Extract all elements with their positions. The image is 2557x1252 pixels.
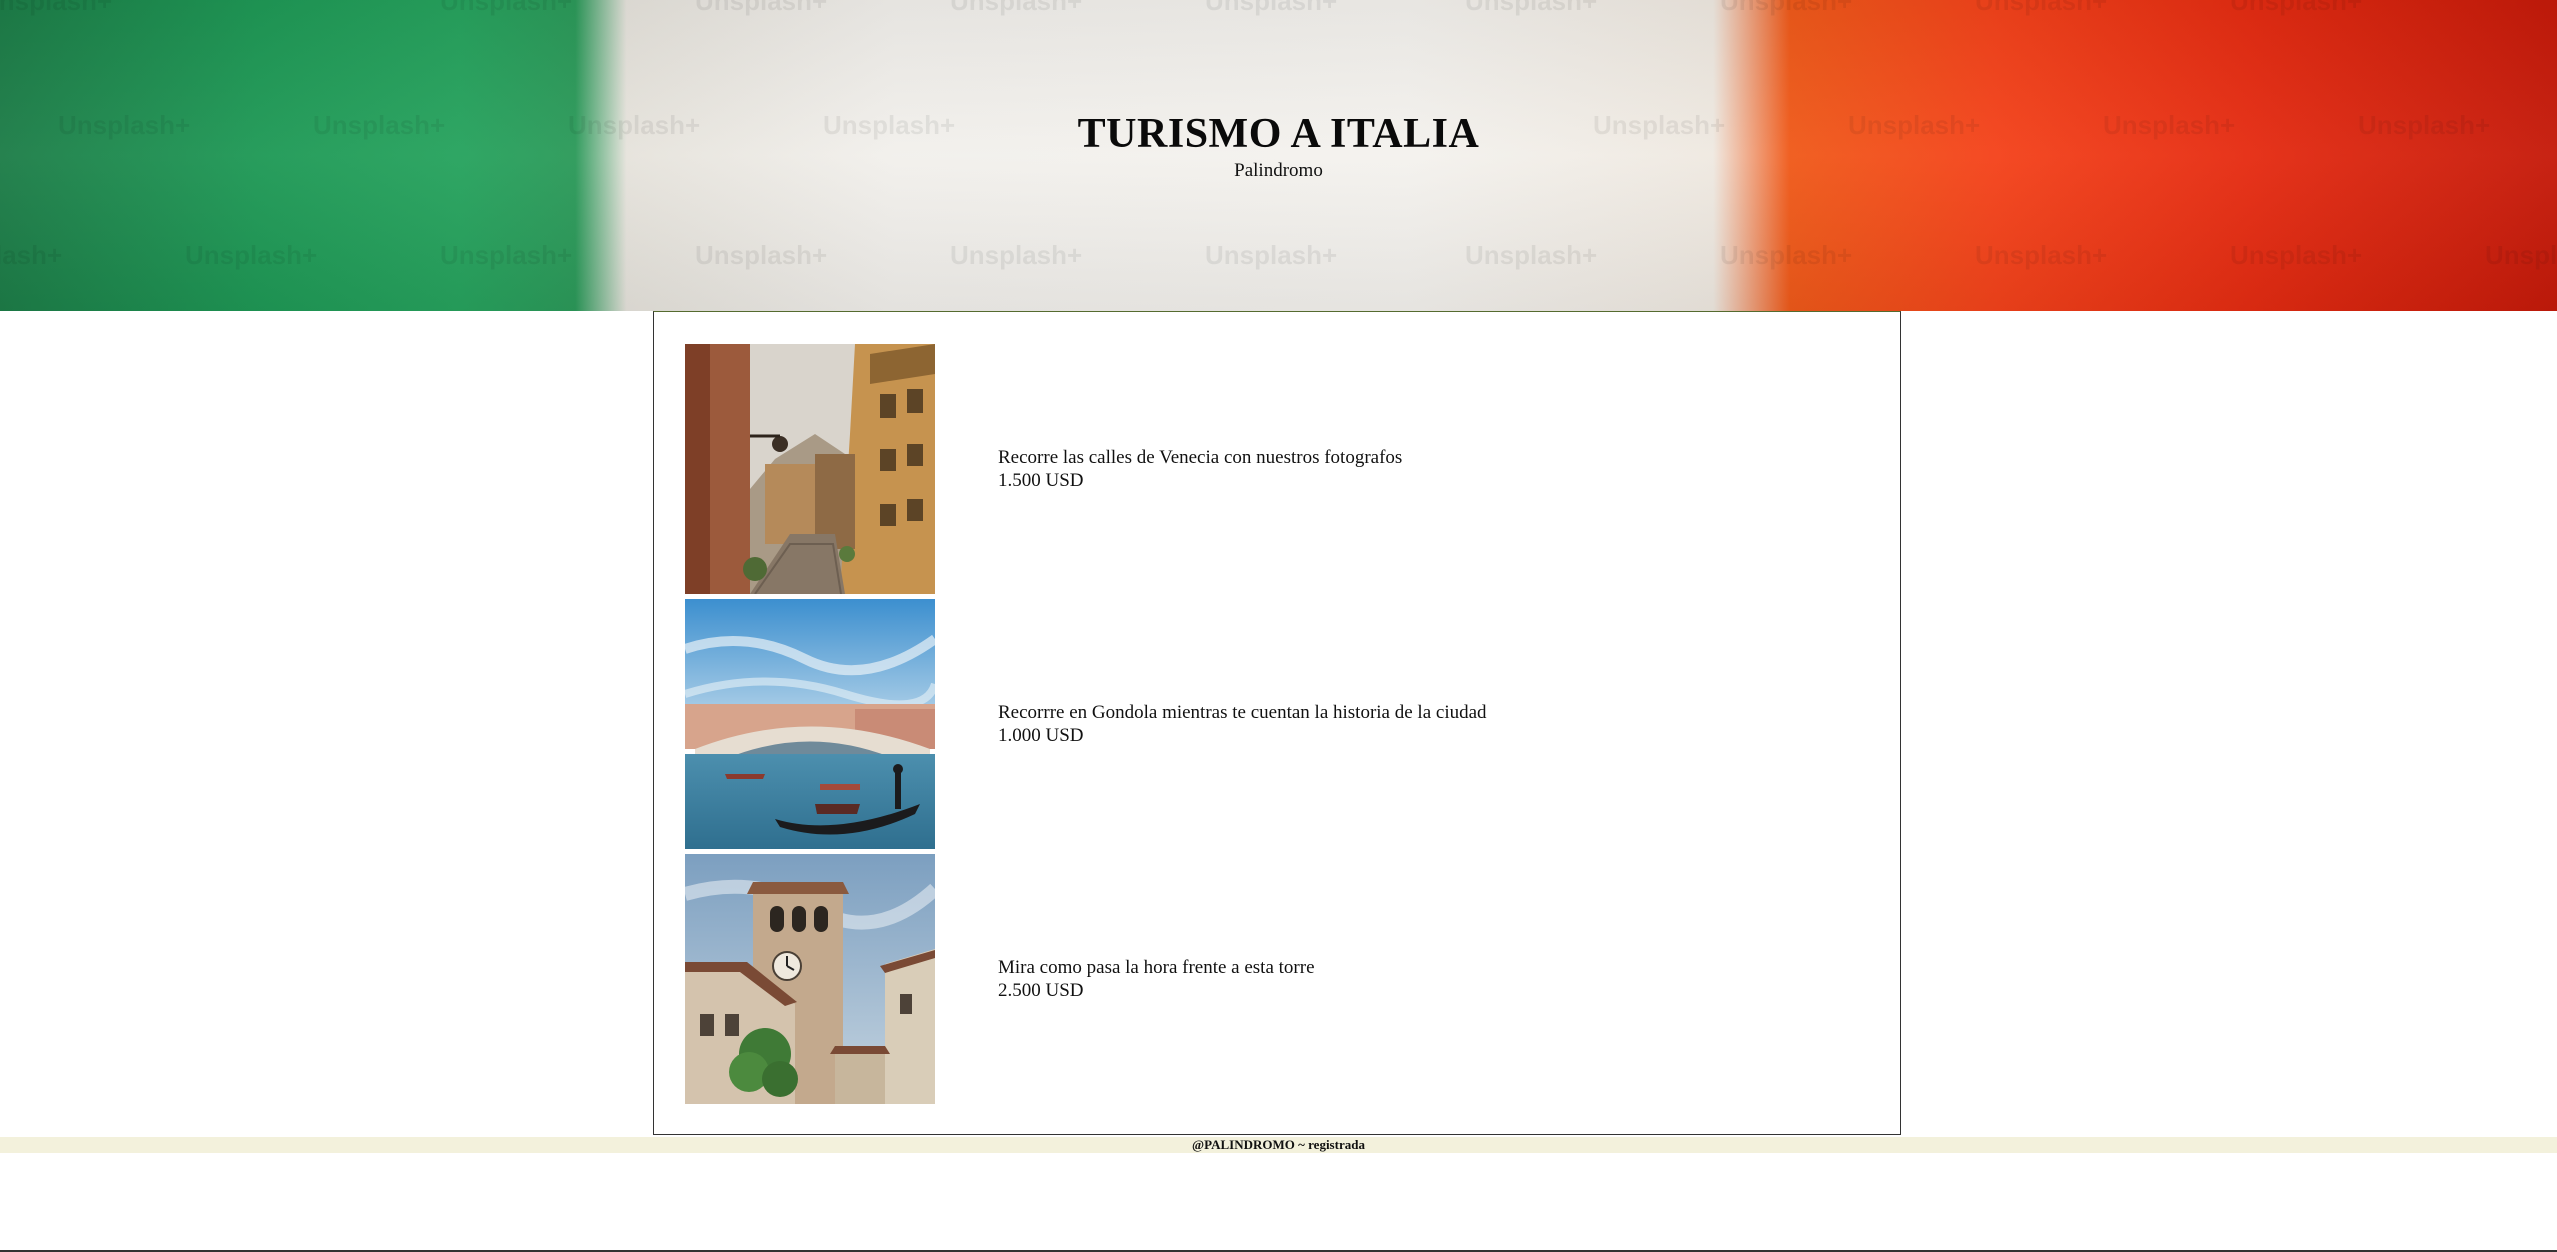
venice-street-photo (685, 344, 935, 594)
tour-card: Mira como pasa la hora frente a esta tor… (685, 854, 1885, 1104)
watermark-text: Unsplash+ (1975, 240, 2108, 270)
clock-tower-photo (685, 854, 935, 1104)
tour-description: Recorre las calles de Venecia con nuestr… (998, 447, 1403, 468)
watermark-text: Unsplash+ (1465, 240, 1598, 270)
watermark-text: Unsplash+ (1975, 0, 2108, 16)
watermark-text: Unsplash+ (950, 240, 1083, 270)
watermark-text: Unsplash+ (1720, 0, 1853, 16)
watermark-text: Unsplash+ (1205, 0, 1338, 16)
tour-description: Mira como pasa la hora frente a esta tor… (998, 957, 1315, 978)
tour-card: Recorre las calles de Venecia con nuestr… (685, 344, 1885, 594)
site-subtitle: Palindromo (1234, 160, 1323, 181)
watermark-text: Unsplash+ (0, 240, 63, 270)
tour-price: 2.500 USD (998, 980, 1084, 1001)
title-block: TURISMO A ITALIA Palindromo (0, 110, 2557, 182)
watermark-text: Unsplash+ (1465, 0, 1598, 16)
watermark-text: Unsplash+ (695, 240, 828, 270)
watermark-text: Unsplash+ (0, 0, 113, 16)
watermark-text: Unsplash+ (1205, 240, 1338, 270)
watermark-text: Unsplash+ (2230, 0, 2363, 16)
tour-description: Recorrre en Gondola mientras te cuentan … (998, 702, 1487, 723)
watermark-text: Unsplash+ (2485, 240, 2557, 270)
tour-list: Recorre las calles de Venecia con nuestr… (653, 311, 1901, 1135)
tour-price: 1.500 USD (998, 470, 1084, 491)
footer: @PALINDROMO ~ registrada (0, 1137, 2557, 1153)
tour-info: Mira como pasa la hora frente a esta tor… (998, 956, 1315, 1002)
tour-price: 1.000 USD (998, 725, 1084, 746)
watermark-text: Unsplash+ (950, 0, 1083, 16)
footer-text: @PALINDROMO ~ registrada (1192, 1137, 1365, 1152)
watermark-text: Unsplash+ (440, 0, 573, 16)
site-title: TURISMO A ITALIA (1077, 111, 1480, 157)
header-banner: Unsplash+ Unsplash+ Unsplash+ Unsplash+ … (0, 0, 2557, 311)
tour-info: Recorrre en Gondola mientras te cuentan … (998, 701, 1487, 747)
tour-info: Recorre las calles de Venecia con nuestr… (998, 446, 1402, 492)
watermark-text: Unsplash+ (695, 0, 828, 16)
watermark-text: Unsplash+ (2230, 240, 2363, 270)
watermark-text: Unsplash+ (440, 240, 573, 270)
gondola-rialto-photo (685, 599, 935, 849)
watermark-text: Unsplash+ (185, 240, 318, 270)
watermark-text: Unsplash+ (1720, 240, 1853, 270)
tour-card: Recorrre en Gondola mientras te cuentan … (685, 599, 1885, 849)
